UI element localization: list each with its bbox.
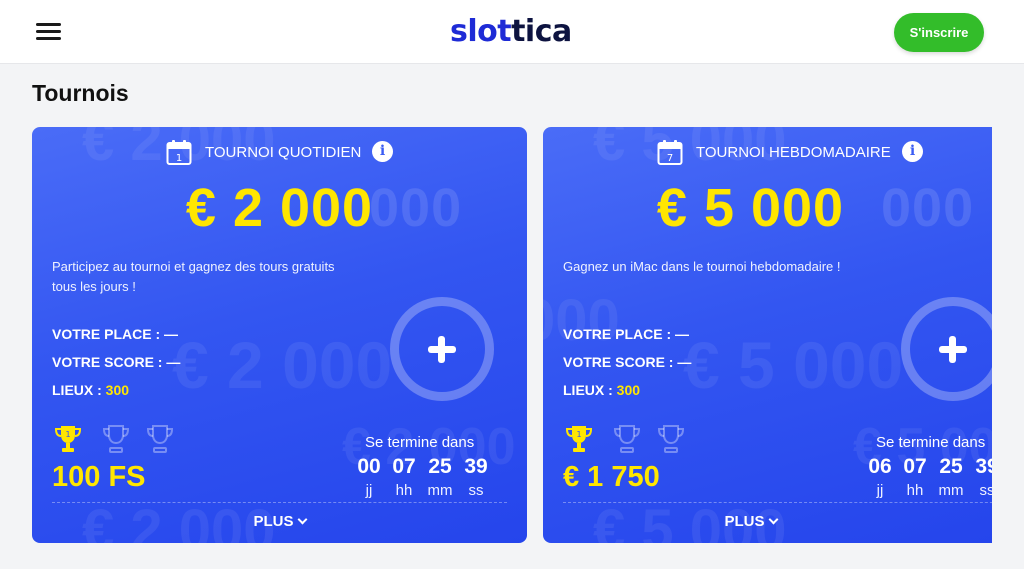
more-button[interactable]: PLUS xyxy=(543,513,992,530)
prize-value: € 2 000 xyxy=(185,178,374,238)
your-score-row: VOTRE SCORE : — xyxy=(52,354,180,370)
card-header: 7 TOURNOI HEBDOMADAIRE i xyxy=(543,139,992,165)
countdown-unit-seconds: ss xyxy=(468,482,484,499)
calendar-icon: 1 xyxy=(166,140,192,165)
countdown-unit-days: jj xyxy=(365,482,373,499)
trophy-silver-icon xyxy=(613,425,641,453)
your-score-label: VOTRE SCORE : xyxy=(563,354,674,370)
info-icon[interactable]: i xyxy=(372,141,393,162)
your-score-value: — xyxy=(166,354,181,370)
info-icon[interactable]: i xyxy=(902,141,923,162)
trophy-silver-icon xyxy=(102,425,130,453)
countdown-minutes: 25 xyxy=(939,455,963,478)
slottica-logo[interactable]: slottica xyxy=(450,14,572,49)
more-label: PLUS xyxy=(724,513,765,530)
svg-text:1: 1 xyxy=(65,430,70,439)
places-value: 300 xyxy=(105,382,130,398)
ends-in-label: Se termine dans xyxy=(876,434,986,451)
countdown-unit-minutes: mm xyxy=(427,482,453,499)
card-description: Participez au tournoi et gagnez des tour… xyxy=(52,259,335,294)
countdown-unit-hours: hh xyxy=(906,482,924,499)
places-row: LIEUX : 300 xyxy=(563,382,640,398)
your-place-row: VOTRE PLACE : — xyxy=(52,326,178,342)
your-score-row: VOTRE SCORE : — xyxy=(563,354,691,370)
your-score-value: — xyxy=(677,354,692,370)
countdown-seconds: 39 xyxy=(464,455,488,478)
page-title: Tournois xyxy=(32,80,129,106)
prize-ghost-digits: 000 xyxy=(881,178,975,238)
divider xyxy=(563,502,992,503)
divider xyxy=(52,502,507,503)
trophy-bronze-icon xyxy=(146,425,174,453)
calendar-icon: 7 xyxy=(657,140,683,165)
card-title: TOURNOI QUOTIDIEN xyxy=(205,144,362,161)
your-place-value: — xyxy=(164,326,179,342)
calendar-day: 7 xyxy=(667,153,673,164)
your-place-label: VOTRE PLACE : xyxy=(563,326,672,342)
countdown-minutes: 25 xyxy=(428,455,452,478)
your-place-value: — xyxy=(675,326,690,342)
tournament-card-weekly: € 5 000 € 5 000 € 5 000 € 5 000 000 7 TO… xyxy=(543,127,992,543)
places-label: LIEUX : xyxy=(563,382,613,398)
ends-in-label: Se termine dans xyxy=(365,434,475,451)
your-place-label: VOTRE PLACE : xyxy=(52,326,161,342)
tournament-card-daily: € 2 000 € 2 000 € 2 000 € 2 000 1 TOURNO… xyxy=(32,127,527,543)
countdown-unit-minutes: mm xyxy=(938,482,964,499)
join-plus-button[interactable] xyxy=(390,297,494,401)
logo-text-part2: tica xyxy=(511,14,572,49)
top-header: slottica S'inscrire xyxy=(0,0,1024,64)
countdown-seconds: 39 xyxy=(975,455,992,478)
background-watermark: € 5 000 xyxy=(683,328,904,402)
places-value: 300 xyxy=(616,382,641,398)
card-description: Gagnez un iMac dans le tournoi hebdomada… xyxy=(563,259,841,274)
places-label: LIEUX : xyxy=(52,382,102,398)
logo-text-part1: slot xyxy=(450,14,512,49)
trophy-bronze-icon xyxy=(657,425,685,453)
your-score-label: VOTRE SCORE : xyxy=(52,354,163,370)
hamburger-icon[interactable] xyxy=(36,22,61,42)
card-title: TOURNOI HEBDOMADAIRE xyxy=(696,144,891,161)
join-plus-button[interactable] xyxy=(901,297,992,401)
places-row: LIEUX : 300 xyxy=(52,382,129,398)
signup-button[interactable]: S'inscrire xyxy=(894,13,984,52)
calendar-day: 1 xyxy=(176,153,182,164)
countdown-hours: 07 xyxy=(392,455,416,478)
prize-amount: € 5 000 000 xyxy=(543,177,992,239)
reward-amount: € 1 750 xyxy=(563,461,660,493)
more-label: PLUS xyxy=(253,513,294,530)
countdown-days: 00 xyxy=(357,455,381,478)
reward-amount: 100 FS xyxy=(52,461,146,493)
your-place-row: VOTRE PLACE : — xyxy=(563,326,689,342)
background-watermark: € 2 000 xyxy=(172,328,393,402)
svg-text:1: 1 xyxy=(576,430,581,439)
prize-value: € 5 000 xyxy=(656,178,845,238)
card-header: 1 TOURNOI QUOTIDIEN i xyxy=(32,139,527,165)
prize-amount: € 2 000 000 xyxy=(32,177,527,239)
trophy-gold-icon: 1 xyxy=(565,426,593,452)
prize-ghost-digits: 000 xyxy=(369,178,463,238)
chevron-down-icon xyxy=(768,514,778,525)
countdown-unit-hours: hh xyxy=(395,482,413,499)
countdown-hours: 07 xyxy=(903,455,927,478)
countdown-unit-seconds: ss xyxy=(979,482,993,499)
countdown-unit-days: jj xyxy=(876,482,884,499)
countdown-days: 06 xyxy=(868,455,892,478)
trophy-gold-icon: 1 xyxy=(54,426,82,452)
background-watermark: 000 xyxy=(543,288,620,353)
chevron-down-icon xyxy=(297,514,307,525)
more-button[interactable]: PLUS xyxy=(32,513,527,530)
